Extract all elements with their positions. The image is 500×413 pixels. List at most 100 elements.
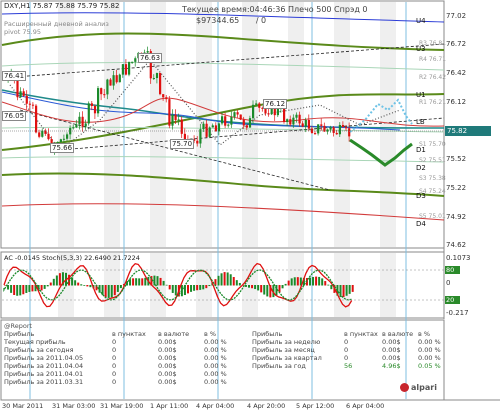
candle-body xyxy=(307,119,310,129)
level-lb: LB xyxy=(416,118,425,126)
report-cell: 4.96$ xyxy=(382,362,401,370)
pivot-value: S4 75.24 xyxy=(419,188,446,195)
ac-bar xyxy=(287,280,290,286)
ac-bar xyxy=(40,285,43,291)
candle-body xyxy=(320,124,323,126)
candle-body xyxy=(128,61,131,75)
candle-body xyxy=(41,130,44,137)
time-axis-label: 4 Apr 20:00 xyxy=(247,402,286,410)
ac-bar xyxy=(290,278,293,286)
candle-body xyxy=(84,123,87,127)
report-cell: Прибыль за 2011.04.01 xyxy=(4,370,84,378)
report-header: в пунктах xyxy=(344,330,378,338)
candle-body xyxy=(90,103,93,107)
ac-bar xyxy=(187,285,189,294)
ac-bar xyxy=(77,282,80,286)
candle-body xyxy=(28,103,31,105)
candle-body xyxy=(103,94,106,96)
report-cell: 0 xyxy=(344,346,349,354)
report-cell: 0.00 % xyxy=(204,362,227,370)
price-note: 76.05 xyxy=(2,111,27,121)
ac-bar xyxy=(168,285,171,290)
candle-body xyxy=(97,88,100,114)
report-cell: 0.00$ xyxy=(382,354,401,362)
candle-body xyxy=(348,128,351,137)
ac-bar xyxy=(266,285,269,297)
ac-bar xyxy=(309,277,311,286)
price-note: 75.66 xyxy=(50,143,75,153)
candle-body xyxy=(255,103,258,105)
candle-body xyxy=(202,123,205,130)
chart-header: DXY,H1 75.87 75.88 75.79 75.82 xyxy=(4,2,120,10)
candle-body xyxy=(283,107,286,123)
alpari-icon xyxy=(400,383,409,392)
report-title: @Report xyxy=(4,322,33,330)
candle-body xyxy=(301,123,304,127)
ac-bar xyxy=(284,283,287,286)
candle-body xyxy=(16,78,19,98)
price-axis-label: 76.72 xyxy=(446,40,467,48)
candle-body xyxy=(35,105,38,133)
candle-body xyxy=(332,127,335,133)
ac-bar xyxy=(327,284,330,286)
candle-body xyxy=(214,125,217,132)
candle-body xyxy=(66,134,69,139)
ac-bar xyxy=(351,285,354,292)
ac-bar xyxy=(80,284,83,286)
ac-bar xyxy=(345,285,348,296)
oscillator-label: AC -0.0145 Stoch(5,3,3) 22.6490 21.7224 xyxy=(4,254,140,262)
report-cell: Прибыль за квартал xyxy=(252,354,322,362)
candle-body xyxy=(304,119,307,127)
report-header: в валюте xyxy=(158,330,190,338)
candle-body xyxy=(217,123,221,132)
price-axis-label: 75.22 xyxy=(446,184,467,192)
price-axis-label: 76.42 xyxy=(446,69,467,77)
candle-body xyxy=(171,114,174,126)
time-axis-label: 30 Mar 2011 xyxy=(2,402,44,410)
ac-bar xyxy=(235,280,238,286)
candle-body xyxy=(211,125,214,128)
candle-body xyxy=(329,127,332,130)
candle-body xyxy=(162,94,165,98)
candle-body xyxy=(59,139,62,143)
ac-bar xyxy=(153,275,156,286)
candle-body xyxy=(72,127,75,129)
pivot-value: R2 76.42 xyxy=(419,74,447,81)
ac-bar xyxy=(205,285,208,289)
candle-body xyxy=(118,74,121,83)
ac-bar xyxy=(193,285,196,291)
candle-body xyxy=(152,78,155,80)
report-cell: 0.00 % xyxy=(418,338,441,346)
report-cell: Прибыль за 2011.03.31 xyxy=(4,378,84,386)
ac-bar xyxy=(171,285,174,293)
ac-bar xyxy=(135,278,138,286)
ac-bar xyxy=(138,278,141,286)
candle-body xyxy=(174,114,177,120)
report-cell: 0.00 % xyxy=(418,354,441,362)
ac-bar xyxy=(217,275,220,286)
candle-body xyxy=(131,61,134,63)
ac-bar xyxy=(342,285,345,298)
ac-bar xyxy=(260,285,263,293)
pivot-value: S5 75.01 xyxy=(419,213,446,220)
ac-bar xyxy=(238,282,241,286)
pivot-value: S2 75.51 xyxy=(419,157,446,164)
price-axis-label: 74.62 xyxy=(446,241,467,249)
report-cell: Текущая прибыль xyxy=(4,338,66,346)
report-cell: 0.00 % xyxy=(418,346,441,354)
ac-bar xyxy=(330,285,333,290)
candle-body xyxy=(134,58,137,62)
ac-bar xyxy=(208,285,211,287)
candle-body xyxy=(267,113,270,115)
ac-bar xyxy=(13,285,16,295)
report-header: Прибыль xyxy=(4,330,35,338)
ac-bar xyxy=(220,273,223,286)
candle-body xyxy=(236,112,239,115)
candle-body xyxy=(22,91,25,96)
chart-window: DXY,H1 75.87 75.88 75.79 75.82 Текущее в… xyxy=(0,0,500,413)
report-cell: 0.00 % xyxy=(204,338,227,346)
ac-bar xyxy=(144,277,147,286)
report-cell: 0.00 % xyxy=(204,378,227,386)
candle-body xyxy=(87,103,90,124)
ac-bar xyxy=(257,285,260,291)
